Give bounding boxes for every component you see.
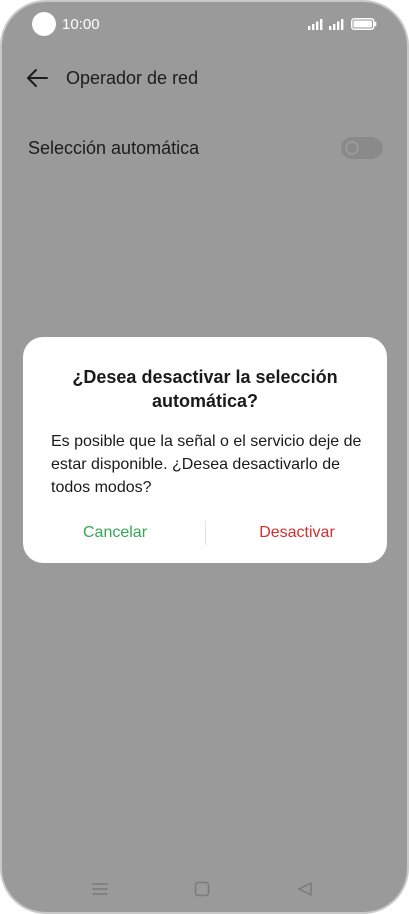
- confirm-dialog: ¿Desea desactivar la selección automátic…: [23, 337, 387, 563]
- status-time: 10:00: [62, 16, 100, 33]
- phone-screen: 10:00 Operador de red Selección automáti…: [0, 0, 409, 914]
- auto-selection-toggle[interactable]: [341, 137, 383, 159]
- auto-selection-label: Selección automática: [28, 138, 200, 158]
- camera-cutout: [32, 12, 56, 36]
- back-arrow-icon[interactable]: [24, 65, 50, 91]
- signal-icon: [329, 19, 344, 30]
- dialog-message: Es posible que la señal o el servicio de…: [51, 433, 362, 496]
- home-icon[interactable]: [193, 880, 211, 898]
- battery-icon: [351, 18, 377, 30]
- toggle-knob: [345, 141, 359, 155]
- cancel-button[interactable]: Cancelar: [47, 519, 183, 547]
- deactivate-button[interactable]: Desactivar: [227, 519, 367, 547]
- button-divider: [205, 521, 206, 545]
- dialog-title: ¿Desea desactivar la selección automátic…: [72, 367, 338, 411]
- back-triangle-icon[interactable]: [296, 880, 314, 898]
- menu-icon[interactable]: [91, 880, 109, 898]
- page-title: Operador de red: [66, 68, 199, 88]
- signal-icon: [308, 19, 323, 30]
- auto-selection-row[interactable]: Selección automática: [2, 124, 407, 172]
- status-bar: 10:00: [2, 2, 407, 48]
